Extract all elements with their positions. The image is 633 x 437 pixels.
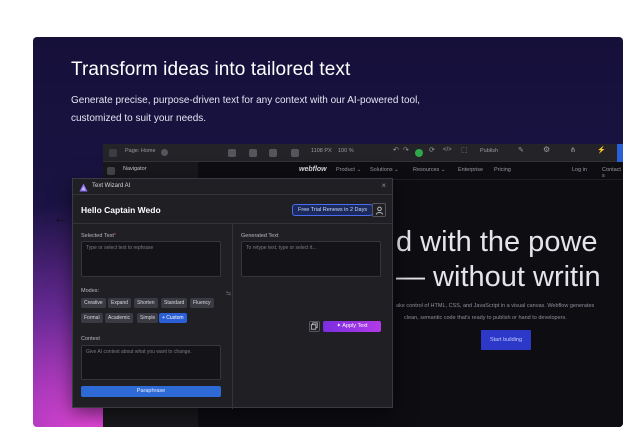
mode-chip-custom[interactable]: + Custom	[159, 313, 187, 323]
share-icon: ⬚	[461, 147, 468, 154]
close-icon[interactable]: ×	[381, 181, 386, 190]
greeting: Hello Captain Wedo	[81, 205, 161, 215]
generated-text-label: Generated Text	[241, 233, 279, 239]
selected-text-input[interactable]: Type or select text to rephrase	[81, 241, 221, 277]
trial-badge[interactable]: Free Trial Renews in 2 Days	[292, 204, 374, 216]
status-ok-icon	[415, 149, 423, 157]
assets-icon	[291, 149, 299, 157]
navigator-icon	[107, 167, 115, 175]
copy-icon	[310, 322, 318, 330]
site-hero-line-2: — without writin	[396, 261, 601, 293]
site-logo: webflow	[299, 166, 327, 173]
site-login: Log in	[572, 167, 587, 173]
site-hero-line-1: d with the powe	[396, 226, 598, 258]
canvas-zoom: 100 %	[338, 148, 354, 154]
editor-toolbar: Page: Home 1108 PX 100 % ↶ ↷ ⟳ </> ⬚ Pub…	[103, 144, 623, 162]
apply-text-label: Apply Text	[342, 323, 368, 329]
dialog-title: Text Wizard AI	[92, 183, 131, 189]
text-wizard-dialog: Text Wizard AI × Hello Captain Wedo Free…	[72, 178, 393, 409]
mode-chip-shorten[interactable]: Shorten	[134, 298, 158, 308]
user-icon	[375, 206, 384, 215]
site-nav-item: Resources ⌄	[413, 167, 446, 173]
apply-text-button[interactable]: ✦ Apply Text	[323, 321, 381, 332]
site-nav-item: Solutions ⌄	[370, 167, 399, 173]
webflow-logo-icon	[109, 149, 117, 157]
canvas-width: 1108 PX	[311, 148, 332, 154]
hero-title: Transform ideas into tailored text	[71, 59, 351, 80]
pages-icon	[269, 149, 277, 157]
lightning-icon: ⚡	[597, 147, 606, 154]
site-paragraph-line: ake control of HTML, CSS, and JavaScript…	[396, 303, 595, 309]
hero-card: Transform ideas into tailored text Gener…	[33, 37, 623, 427]
paraphrase-button[interactable]: Paraphrase	[81, 386, 221, 397]
wizard-logo-icon	[79, 183, 88, 192]
context-label: Context	[81, 336, 100, 342]
mode-chip-formal[interactable]: Formal	[81, 313, 103, 323]
code-icon: </>	[443, 147, 452, 153]
mode-chip-creative[interactable]: Creative	[81, 298, 106, 308]
dialog-titlebar: Text Wizard AI ×	[73, 179, 392, 195]
interactions-icon: ⋔	[570, 147, 576, 154]
publish-button: Publish	[480, 148, 499, 154]
navigator-label: Navigator	[123, 166, 147, 172]
gear-icon: ⚙	[543, 145, 551, 154]
column-divider	[232, 223, 233, 409]
site-nav-item: Pricing	[494, 167, 511, 173]
site-hero-paragraph: ake control of HTML, CSS, and JavaScript…	[396, 300, 623, 324]
selected-text-label: Selected Text*	[81, 233, 117, 239]
add-icon	[228, 149, 236, 157]
page-label: Page: Home	[125, 148, 156, 154]
user-account-button[interactable]	[372, 203, 386, 217]
mode-chip-simple[interactable]: Simple	[137, 313, 159, 323]
swap-icon[interactable]: ⇆	[226, 290, 231, 297]
generated-text-output[interactable]: To retype text, type or select it...	[241, 241, 381, 277]
mode-chip-expand[interactable]: Expand	[108, 298, 131, 308]
panel-edge	[617, 144, 623, 162]
settings-icon	[161, 149, 168, 156]
modes-label: Modes:	[81, 288, 100, 294]
site-paragraph-line: clean, semantic code that's ready to pub…	[404, 315, 567, 321]
start-building-button: Start building	[481, 330, 531, 350]
hero-subtitle: Generate precise, purpose-driven text fo…	[71, 95, 421, 124]
site-contact: Contact s	[602, 167, 621, 179]
site-nav-item: Product ⌄	[336, 167, 362, 173]
mode-chip-academic[interactable]: Academic	[105, 313, 133, 323]
arrow-left-icon[interactable]: ←	[53, 211, 69, 227]
layers-icon	[249, 149, 257, 157]
mode-chip-fluency[interactable]: Fluency	[190, 298, 214, 308]
mode-chip-standard[interactable]: Standard	[161, 298, 188, 308]
brush-icon: ✎	[518, 147, 524, 154]
context-input[interactable]: Give AI context about what you want to c…	[81, 345, 221, 380]
site-nav-item: Enterprise	[458, 167, 484, 173]
copy-button[interactable]	[309, 321, 320, 332]
undo-icon: ↶	[393, 147, 399, 154]
redo-icon: ↷	[403, 147, 409, 154]
selected-text-label-text: Selected Text	[81, 233, 114, 239]
preview-icon: ⟳	[429, 147, 435, 154]
